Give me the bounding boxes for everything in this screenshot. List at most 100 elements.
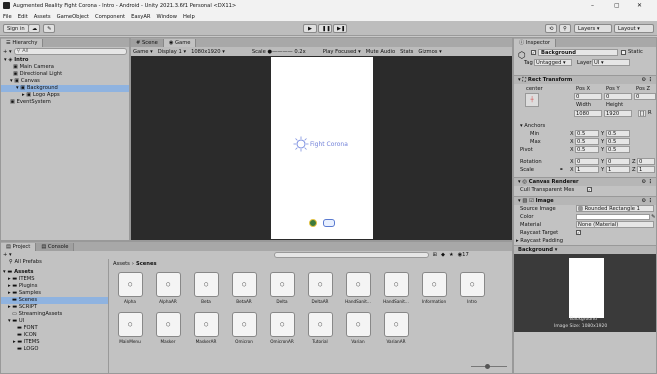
cloud-icon[interactable]: ☁ <box>28 24 40 33</box>
hidden-count-icon[interactable]: ◉17 <box>458 252 469 258</box>
tree-item-plugins[interactable]: ▸ ▬ Plugins <box>1 283 108 290</box>
height-field[interactable]: 1920 <box>604 110 632 117</box>
menu-window[interactable]: Window <box>156 14 176 20</box>
pos-x-field[interactable]: 0 <box>574 93 602 100</box>
asset-beta[interactable]: ⬡ Beta <box>189 272 223 304</box>
tree-item-logo-apps[interactable]: ▸ ▣ Logo Apps <box>1 92 129 99</box>
tab-console[interactable]: ▤ Console <box>36 243 75 251</box>
raycast-target-checkbox[interactable]: ✓ <box>576 230 581 235</box>
breadcrumb-scenes[interactable]: Scenes <box>136 261 157 267</box>
anchor-min-x-field[interactable]: 0.5 <box>575 130 599 137</box>
asset-varianar[interactable]: ⬡ VarianAR <box>379 312 413 344</box>
asset-maskerar[interactable]: ⬡ MaskerAR <box>189 312 223 344</box>
asset-information[interactable]: ⬡ Information <box>417 272 451 304</box>
preview-header[interactable]: Background ▾ <box>514 245 656 254</box>
tag-dropdown[interactable]: Untagged ▾ <box>534 59 572 66</box>
image-enabled-checkbox[interactable]: ☑ <box>529 198 534 204</box>
tab-inspector[interactable]: ⓘ Inspector <box>514 39 557 47</box>
tree-item-logo[interactable]: ▬ LOGO <box>1 346 108 353</box>
scale-slider[interactable]: Scale ●———— 0.2x <box>252 49 306 55</box>
anchor-preset-icon[interactable]: ┼ <box>525 93 539 107</box>
scale-y-field[interactable]: 1 <box>606 166 630 173</box>
tree-item-ui-items[interactable]: ▸ ▬ ITEMS <box>1 339 108 346</box>
raw-edit-button[interactable]: R <box>648 110 652 116</box>
blueprint-button[interactable]: [] <box>638 110 646 117</box>
tree-item-intro[interactable]: ▾ ◈ Intro <box>1 57 129 64</box>
cull-checkbox[interactable]: ✓ <box>587 187 592 192</box>
label-icon[interactable]: ◆ <box>441 252 445 258</box>
project-search-input[interactable] <box>273 252 429 258</box>
asset-omicron[interactable]: ⬡ Omicron <box>227 312 261 344</box>
tree-item-background[interactable]: ▾ ▣ Background <box>1 85 129 92</box>
pos-z-field[interactable]: 0 <box>634 93 656 100</box>
mute-audio-toggle[interactable]: Mute Audio <box>366 49 395 55</box>
asset-mainmenu[interactable]: ⬡ MainMenu <box>113 312 147 344</box>
asset-deltaar[interactable]: ⬡ DeltaAR <box>303 272 337 304</box>
signin-button[interactable]: Sign in <box>3 24 29 33</box>
asset-intro[interactable]: ⬡ Intro <box>455 272 489 304</box>
tree-item-samples[interactable]: ▸ ▬ Samples <box>1 290 108 297</box>
minimize-button[interactable]: – <box>591 2 594 9</box>
menu-edit[interactable]: Edit <box>18 14 28 20</box>
color-swatch[interactable] <box>576 214 650 220</box>
tab-game[interactable]: ◉ Game <box>163 39 197 47</box>
close-button[interactable]: ✕ <box>637 2 642 9</box>
tree-item-directional-light[interactable]: ▣ Directional Light <box>1 71 129 78</box>
menu-easyar[interactable]: EasyAR <box>131 14 150 20</box>
display-mode-dropdown[interactable]: Game ▾ <box>133 49 153 55</box>
star-icon[interactable]: ★ <box>449 252 454 258</box>
rect-transform-header[interactable]: ▾ ⛶ Rect Transform ⚙ ⋮ <box>514 75 656 84</box>
image-component-header[interactable]: ▾ ▨ ☑ Image ⚙ ⋮ <box>514 196 656 205</box>
play-button[interactable]: ▶ <box>303 24 317 33</box>
width-field[interactable]: 1080 <box>574 110 602 117</box>
rotation-z-field[interactable]: 0 <box>637 158 655 165</box>
rotation-y-field[interactable]: 0 <box>606 158 630 165</box>
pause-button[interactable]: ❚❚ <box>318 24 332 33</box>
material-field[interactable]: None (Material) <box>576 221 654 228</box>
tree-item-main-camera[interactable]: ▣ Main Camera <box>1 64 129 71</box>
asset-tutorial[interactable]: ⬡ Tutorial <box>303 312 337 344</box>
slider-handle[interactable] <box>485 364 490 369</box>
anchor-max-y-field[interactable]: 0.5 <box>606 138 630 145</box>
layers-dropdown[interactable]: Layers ▾ <box>574 24 612 33</box>
filter-icon[interactable]: ⊞ <box>433 252 437 258</box>
canvas-renderer-header[interactable]: ▾ ◎ Canvas Renderer ⚙ ⋮ <box>514 177 656 186</box>
tab-hierarchy[interactable]: ☰ Hierarchy <box>1 39 44 47</box>
layer-dropdown[interactable]: UI ▾ <box>592 59 630 66</box>
breadcrumb-assets[interactable]: Assets <box>113 261 130 267</box>
project-add-icon[interactable]: + ▾ <box>3 252 12 258</box>
icon-size-slider[interactable] <box>471 364 507 369</box>
tree-item-canvas[interactable]: ▾ ▣ Canvas <box>1 78 129 85</box>
anchor-min-y-field[interactable]: 0.5 <box>606 130 630 137</box>
search-icon[interactable]: ⚲ <box>559 24 571 33</box>
history-icon[interactable]: ⟲ <box>545 24 557 33</box>
scale-x-field[interactable]: 1 <box>575 166 599 173</box>
tree-item-icon[interactable]: ▬ ICON <box>1 332 108 339</box>
pivot-y-field[interactable]: 0.5 <box>606 146 630 153</box>
menu-help[interactable]: Help <box>183 14 195 20</box>
menu-gameobject[interactable]: GameObject <box>57 14 89 20</box>
display-dropdown[interactable]: Display 1 ▾ <box>158 49 186 55</box>
tree-item-eventsystem[interactable]: ▣ EventSystem <box>1 99 129 106</box>
asset-omicronar[interactable]: ⬡ OmicronAR <box>265 312 299 344</box>
tree-item-all-prefabs[interactable]: ⚲ All Prefabs <box>1 259 108 266</box>
tab-scene[interactable]: # Scene <box>131 39 164 47</box>
resolution-dropdown[interactable]: 1080x1920 ▾ <box>191 49 225 55</box>
menu-assets[interactable]: Assets <box>34 14 51 20</box>
tree-item-assets[interactable]: ▾ ▬ Assets <box>1 269 108 276</box>
asset-alphaar[interactable]: ⬡ AlphaAR <box>151 272 185 304</box>
tree-item-ui[interactable]: ▾ ▬ UI <box>1 318 108 325</box>
play-focused-dropdown[interactable]: Play Focused ▾ <box>323 49 361 55</box>
game-view-canvas[interactable]: Fight Corona <box>271 57 373 239</box>
raycast-padding-row[interactable]: ▸ Raycast Padding <box>514 237 656 245</box>
layout-dropdown[interactable]: Layout ▾ <box>614 24 654 33</box>
active-checkbox[interactable]: ✓ <box>531 50 536 55</box>
maximize-button[interactable]: ▢ <box>614 2 620 9</box>
asset-handsanit-2[interactable]: ⬡ HandSanit... <box>379 272 413 304</box>
collab-icon[interactable]: ✎ <box>43 24 55 33</box>
hierarchy-search-input[interactable]: ⚲ All <box>13 48 127 55</box>
static-checkbox[interactable] <box>621 50 626 55</box>
object-name-field[interactable]: Background <box>538 49 618 56</box>
asset-handsanit-1[interactable]: ⬡ HandSanit... <box>341 272 375 304</box>
gizmos-dropdown[interactable]: Gizmos ▾ <box>418 49 441 55</box>
